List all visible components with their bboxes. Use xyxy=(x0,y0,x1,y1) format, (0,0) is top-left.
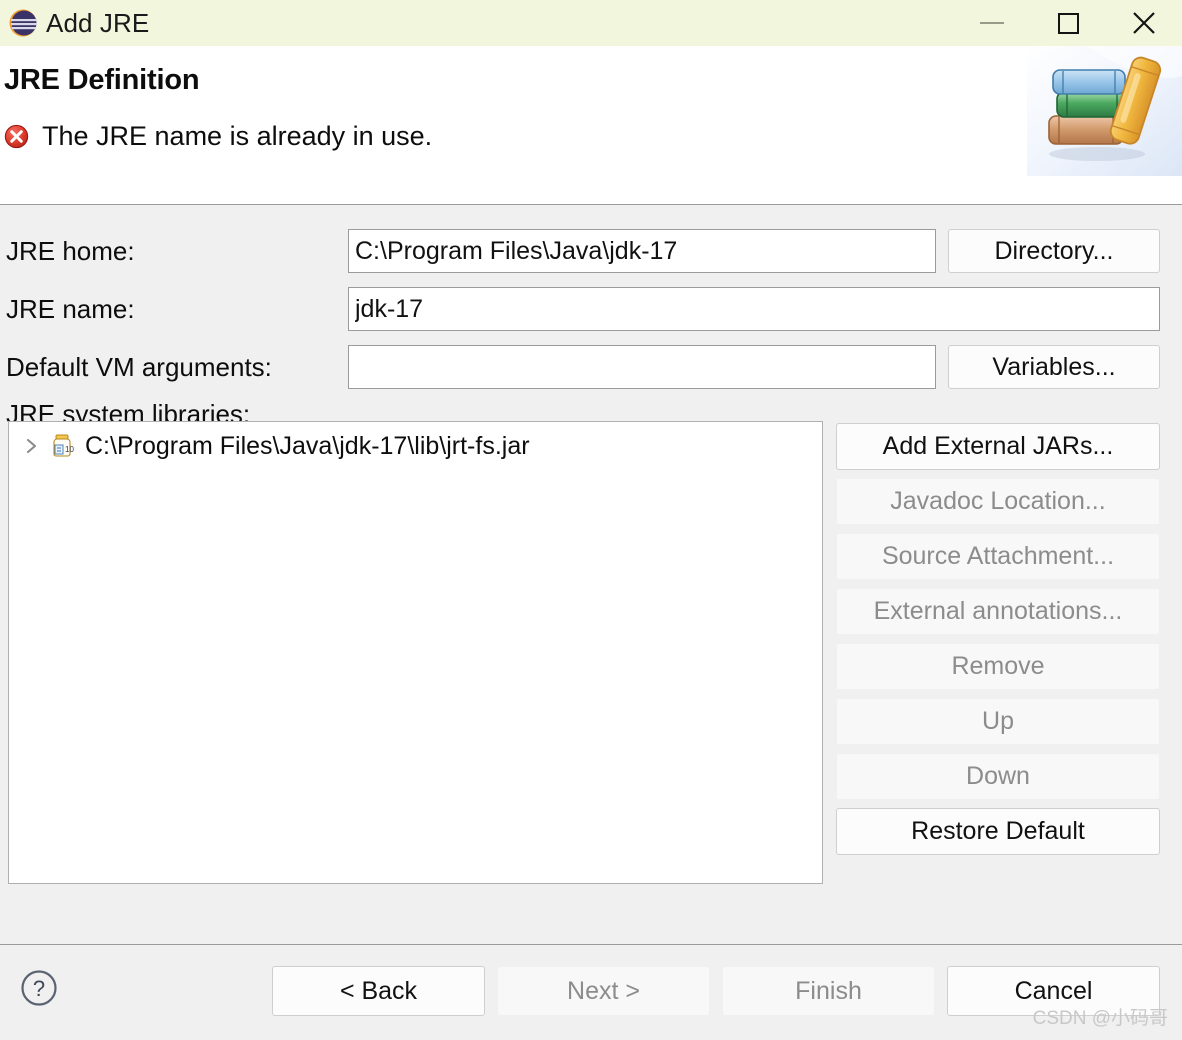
vm-arguments-label: Default VM arguments: xyxy=(6,351,272,382)
dialog-body: JRE home: Directory... JRE name: Default… xyxy=(0,205,1182,944)
directory-button[interactable]: Directory... xyxy=(948,229,1160,273)
jre-name-input[interactable] xyxy=(348,287,1160,331)
minimize-button[interactable] xyxy=(954,0,1030,46)
svg-text:?: ? xyxy=(33,976,45,1001)
variables-button[interactable]: Variables... xyxy=(948,345,1160,389)
eclipse-logo-icon xyxy=(8,8,38,38)
finish-button[interactable]: Finish xyxy=(722,966,935,1016)
down-button[interactable]: Down xyxy=(836,753,1160,800)
add-external-jars-button[interactable]: Add External JARs... xyxy=(836,423,1160,470)
jre-home-input[interactable] xyxy=(348,229,936,273)
external-annotations-button[interactable]: External annotations... xyxy=(836,588,1160,635)
jre-home-row: JRE home: Directory... xyxy=(6,227,1162,275)
books-stack-icon xyxy=(1027,46,1182,176)
up-button[interactable]: Up xyxy=(836,698,1160,745)
jre-home-label: JRE home: xyxy=(6,235,135,266)
svg-text:10: 10 xyxy=(65,445,74,454)
window-title: Add JRE xyxy=(46,7,150,38)
page-title: JRE Definition xyxy=(4,64,200,96)
chevron-right-icon[interactable] xyxy=(23,437,41,455)
next-button[interactable]: Next > xyxy=(497,966,710,1016)
minimize-icon xyxy=(980,22,1004,24)
restore-default-button[interactable]: Restore Default xyxy=(836,808,1160,855)
jre-name-label: JRE name: xyxy=(6,293,135,324)
back-button[interactable]: < Back xyxy=(272,966,485,1016)
title-bar: Add JRE xyxy=(0,0,1182,46)
dialog-header: JRE Definition The JRE name is already i… xyxy=(0,46,1182,205)
dialog-footer: ? < Back Next > Finish Cancel CSDN @小码哥 xyxy=(0,944,1182,1040)
status-message: The JRE name is already in use. xyxy=(42,121,433,151)
vm-arguments-input[interactable] xyxy=(348,345,936,389)
maximize-button[interactable] xyxy=(1030,0,1106,46)
javadoc-location-button[interactable]: Javadoc Location... xyxy=(836,478,1160,525)
error-icon xyxy=(4,124,29,149)
tree-item-label: C:\Program Files\Java\jdk-17\lib\jrt-fs.… xyxy=(85,431,530,460)
jre-name-row: JRE name: xyxy=(6,285,1162,333)
vm-arguments-row: Default VM arguments: Variables... xyxy=(6,343,1162,391)
status-message-row: The JRE name is already in use. xyxy=(4,121,432,152)
wizard-buttons: < Back Next > Finish Cancel xyxy=(272,966,1160,1016)
window-controls xyxy=(954,0,1182,46)
jre-libraries-tree[interactable]: 10 C:\Program Files\Java\jdk-17\lib\jrt-… xyxy=(8,421,823,884)
add-jre-dialog: Add JRE JRE Definition The JRE name is a… xyxy=(0,0,1182,1040)
close-button[interactable] xyxy=(1106,0,1182,46)
jar-file-icon: 10 xyxy=(53,434,74,457)
source-attachment-button[interactable]: Source Attachment... xyxy=(836,533,1160,580)
library-action-buttons: Add External JARs... Javadoc Location...… xyxy=(836,423,1160,855)
remove-button[interactable]: Remove xyxy=(836,643,1160,690)
close-icon xyxy=(1133,12,1155,34)
cancel-button[interactable]: Cancel xyxy=(947,966,1160,1016)
tree-row[interactable]: 10 C:\Program Files\Java\jdk-17\lib\jrt-… xyxy=(9,428,822,464)
maximize-icon xyxy=(1057,12,1079,34)
help-question-icon[interactable]: ? xyxy=(20,969,58,1007)
